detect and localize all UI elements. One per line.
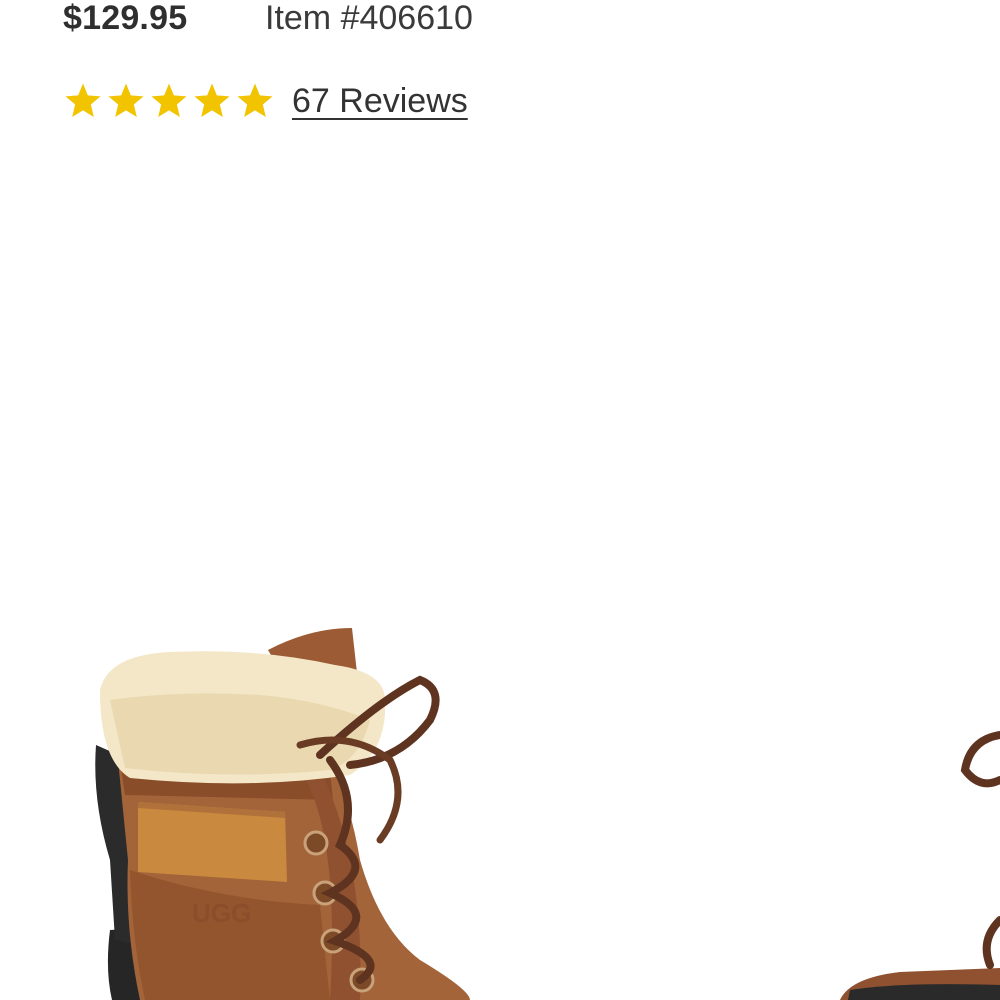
product-detail-page: $129.95 Item #406610 67 Reviews UGG — [0, 0, 1000, 1000]
star-icon — [194, 83, 230, 117]
star-icon — [151, 83, 187, 117]
item-number: Item #406610 — [265, 0, 473, 37]
rating-row: 67 Reviews — [63, 78, 468, 124]
price-row: $129.95 — [63, 0, 187, 38]
reviews-link[interactable]: 67 Reviews — [292, 82, 468, 121]
product-price: $129.95 — [63, 0, 188, 37]
star-rating — [63, 81, 278, 121]
star-icon — [108, 83, 144, 117]
star-icon — [237, 83, 273, 117]
star-icon — [65, 83, 101, 117]
brand-logo-text: UGG — [192, 898, 251, 928]
product-image: UGG — [95, 628, 1000, 1000]
